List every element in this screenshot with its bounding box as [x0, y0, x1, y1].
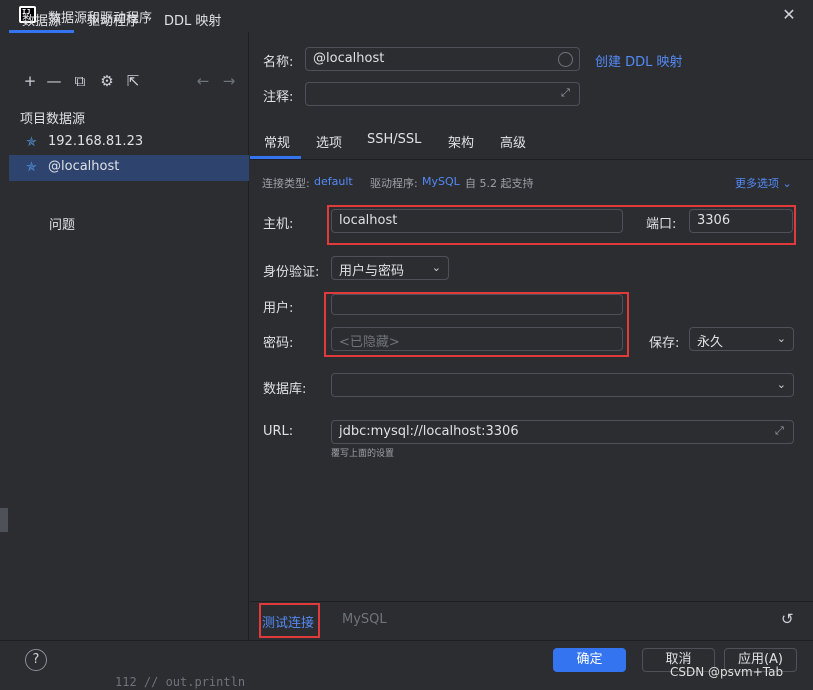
password-label: 密码: [263, 336, 294, 351]
connection-type-link[interactable]: default [314, 175, 353, 188]
database-label: 数据库: [263, 382, 307, 397]
tab-drivers[interactable]: 驱动程序 [87, 10, 139, 29]
datasource-label: @localhost [48, 159, 120, 174]
datasource-row[interactable]: ✯ 192.168.81.23 [9, 130, 249, 156]
save-select-value: 永久 [697, 335, 724, 350]
tab-ddl-mappings[interactable]: DDL 映射 [164, 10, 221, 29]
tab-general[interactable]: 常规 [264, 132, 290, 151]
remove-icon[interactable]: — [45, 72, 63, 90]
tab-advanced[interactable]: 高级 [500, 132, 526, 151]
url-label: URL: [263, 424, 294, 439]
tab-schemas[interactable]: 架构 [448, 132, 474, 151]
help-icon[interactable]: ? [25, 649, 47, 671]
chevron-down-icon: ⌄ [431, 261, 441, 274]
chevron-down-icon: ⌄ [782, 177, 792, 190]
tab-ssh-ssl[interactable]: SSH/SSL [367, 132, 421, 147]
tabs-separator [250, 159, 813, 160]
mysql-icon: ✯ [26, 135, 37, 150]
host-label: 主机: [263, 217, 294, 232]
create-ddl-mapping-link[interactable]: 创建 DDL 映射 [595, 51, 683, 70]
more-options-text: 更多选项 [735, 177, 779, 190]
close-icon[interactable]: ✕ [778, 4, 800, 26]
problems-item[interactable]: 问题 [49, 214, 75, 233]
save-select[interactable]: 永久 ⌄ [689, 327, 794, 351]
expand-icon[interactable]: ⤢ [561, 86, 570, 100]
background-code: 112 // out.println [115, 675, 246, 689]
user-field[interactable] [331, 294, 623, 315]
driver-label: 驱动程序: [370, 177, 418, 190]
url-field[interactable]: jdbc:mysql://localhost:3306 [331, 420, 794, 444]
left-scrollbar[interactable] [0, 508, 8, 532]
auth-select[interactable]: 用户与密码 ⌄ [331, 256, 449, 280]
chevron-down-icon: ⌄ [776, 332, 786, 345]
active-tab-indicator [9, 30, 74, 33]
user-label: 用户: [263, 301, 294, 316]
project-datasources-label: 项目数据源 [20, 112, 86, 127]
tab-options[interactable]: 选项 [316, 132, 342, 151]
duplicate-icon[interactable]: ⧉ [71, 72, 89, 90]
name-label: 名称: [263, 55, 294, 70]
forward-arrow-icon[interactable]: → [220, 72, 238, 90]
datasource-label: 192.168.81.23 [48, 134, 144, 149]
comment-field[interactable] [305, 82, 580, 106]
ok-button[interactable]: 确定 [553, 648, 626, 672]
auth-label: 身份验证: [263, 265, 320, 280]
settings-icon[interactable]: ⚙ [98, 72, 116, 90]
url-hint: 覆写上面的设置 [331, 449, 395, 459]
driver-footer-label: MySQL [342, 612, 387, 627]
port-label: 端口: [646, 217, 677, 232]
name-status-icon [558, 52, 573, 67]
tab-datasources[interactable]: 数据源 [22, 10, 61, 29]
driver-note: 自 5.2 起支持 [465, 177, 534, 190]
add-icon[interactable]: + [21, 72, 39, 90]
auth-select-value: 用户与密码 [339, 264, 405, 279]
comment-label: 注释: [263, 90, 294, 105]
more-options-link[interactable]: 更多选项 ⌄ [735, 175, 792, 191]
datasource-row-selected[interactable]: ✯ @localhost [9, 155, 249, 181]
bottom-separator [250, 601, 813, 602]
save-label: 保存: [649, 336, 680, 351]
expand-icon[interactable]: ⤢ [775, 424, 784, 438]
open-external-icon[interactable]: ⇱ [124, 72, 142, 90]
port-field[interactable]: 3306 [689, 209, 793, 233]
mysql-icon: ✯ [26, 160, 37, 175]
connection-type-label: 连接类型: [262, 177, 310, 190]
password-field[interactable]: <已隐藏> [331, 327, 623, 351]
database-select[interactable]: ⌄ [331, 373, 794, 397]
back-arrow-icon[interactable]: ← [194, 72, 212, 90]
chevron-down-icon: ⌄ [776, 378, 786, 391]
test-connection-link[interactable]: 测试连接 [262, 612, 314, 631]
host-field[interactable]: localhost [331, 209, 623, 233]
driver-link[interactable]: MySQL [422, 175, 460, 188]
watermark: CSDN @psvm+Tab [670, 665, 784, 679]
name-field[interactable]: @localhost [305, 47, 580, 71]
reset-icon[interactable]: ↺ [781, 610, 794, 628]
